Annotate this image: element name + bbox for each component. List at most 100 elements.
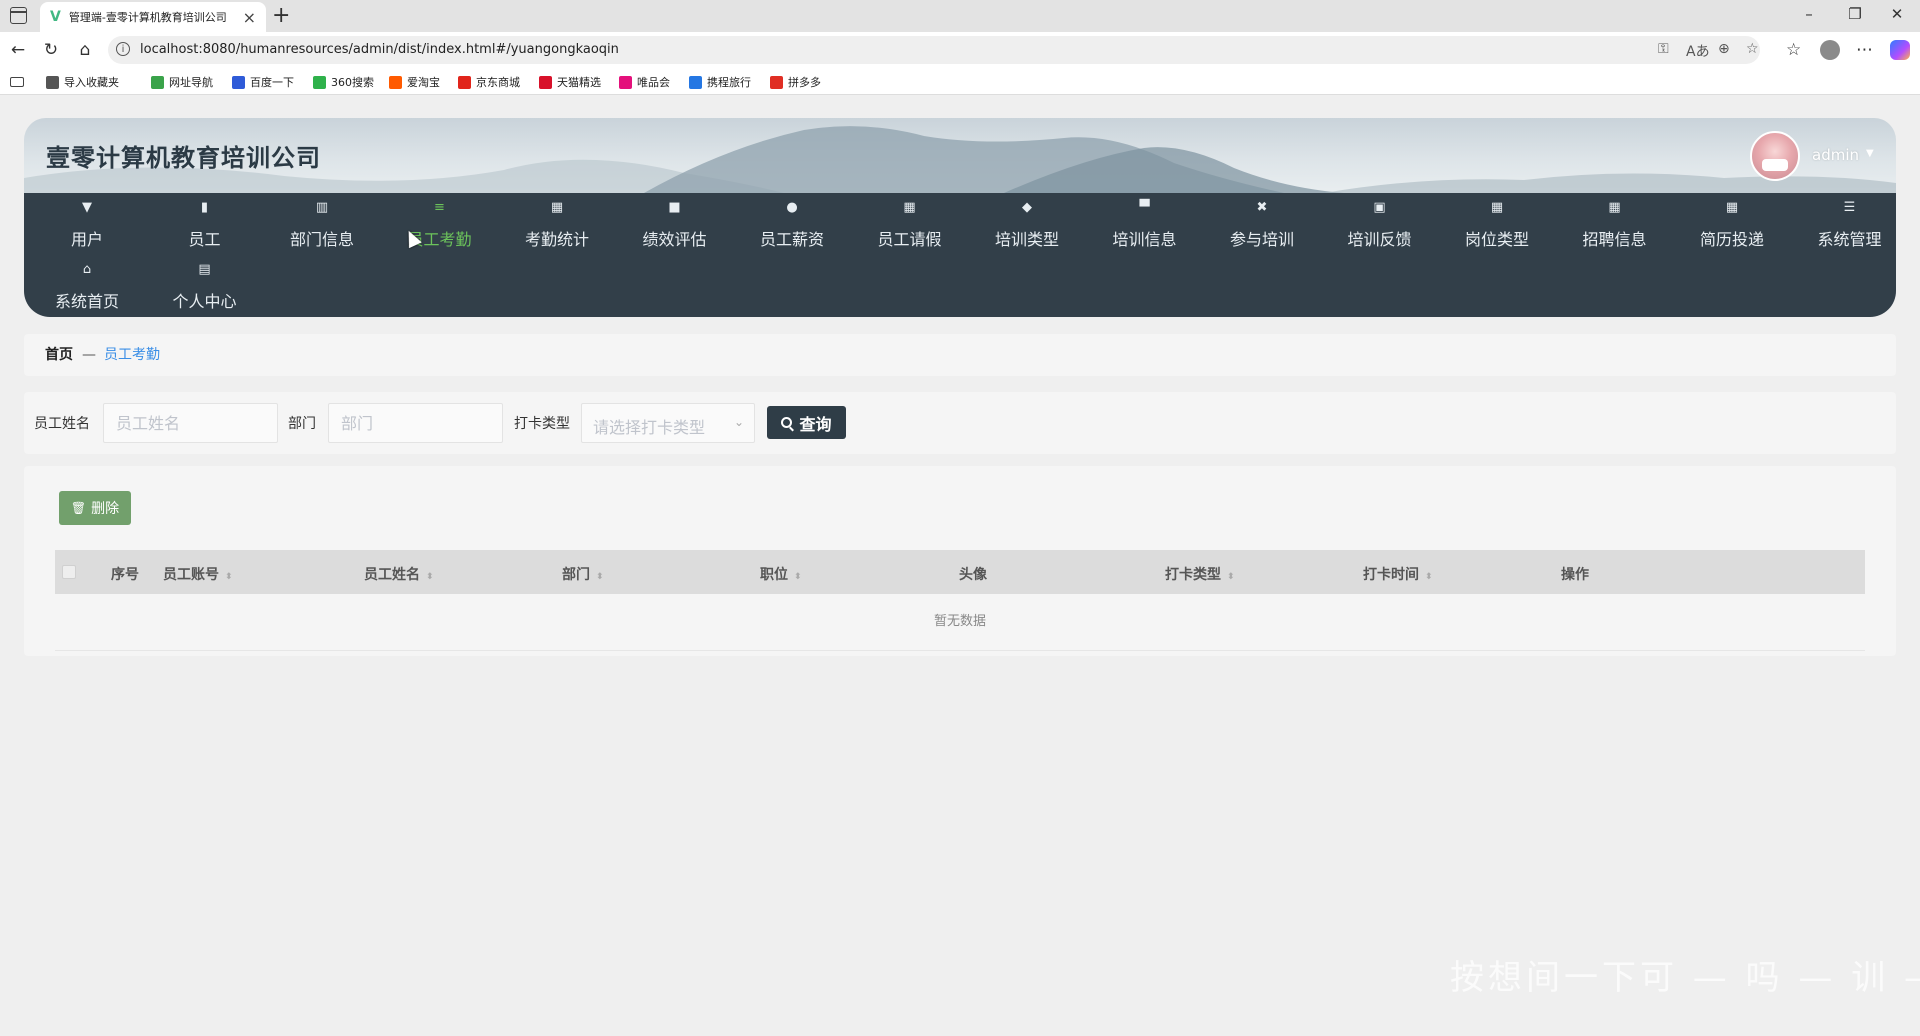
nav-icon: ⌂ [82,262,92,277]
table-panel: 🗑 删除 序号 员工账号 ⬍ 员工姓名 ⬍ 部门 ⬍ 职位 ⬍ 头像 打卡类型 ⬍ 打卡时… [24,466,1896,656]
close-window-icon[interactable]: ✕ [1874,5,1920,23]
nav-label: 简历投递 [1699,230,1764,249]
nav-item[interactable]: ▦ 考勤统计 [507,199,607,250]
bookmark-item[interactable]: 唯品会 [619,74,670,90]
tab-actions-icon[interactable] [10,7,27,24]
bookmark-label: 导入收藏夹 [64,76,119,89]
nav-item[interactable]: ▦ 岗位类型 [1447,199,1547,250]
delete-button[interactable]: 🗑 删除 [59,491,131,525]
nav-item[interactable]: ≡ 员工考勤 [390,199,490,250]
chevron-down-icon[interactable]: ▼ [1866,148,1874,159]
nav-item[interactable]: ▥ 部门信息 [272,199,372,250]
bookmark-item[interactable]: 导入收藏夹 [46,74,119,90]
url-box[interactable]: i localhost:8080/humanresources/admin/di… [108,36,1760,64]
favorites-icon[interactable]: ☆ [1786,40,1801,60]
nav-item[interactable]: ▮ 员工 [155,199,255,250]
new-tab-icon[interactable]: + [272,3,290,28]
nav-label: 绩效评估 [642,230,707,249]
nav-icon: ◆ [1022,200,1032,215]
bookmark-item[interactable]: 京东商城 [458,74,520,90]
copilot-icon[interactable] [1890,40,1910,60]
search-panel: 员工姓名 部门 打卡类型 请选择打卡类型 ⌄ 查询 [24,392,1896,454]
breadcrumb-home[interactable]: 首页 [45,334,73,376]
sort-icon: ⬍ [1227,572,1235,582]
reload-icon[interactable]: ↻ [40,40,62,60]
sort-icon: ⬍ [225,572,233,582]
employee-name-input[interactable] [103,403,278,443]
favorite-star-icon[interactable]: ☆ [1746,41,1759,57]
nav-icon: ▦ [1490,200,1504,215]
nav-item[interactable]: ▣ 培训反馈 [1330,199,1430,250]
sort-icon: ⬍ [596,572,604,582]
breadcrumb-current: 员工考勤 [104,347,160,363]
nav-icon: ● [786,200,798,215]
nav-item[interactable]: ⌂ 系统首页 [37,261,137,312]
bookmark-item[interactable]: 携程旅行 [689,74,751,90]
password-key-icon[interactable]: ⚿ [1658,41,1669,57]
browser-tab-bar: V 管理端-壹零计算机教育培训公司 × + – ❐ ✕ [0,0,1920,32]
site-info-icon[interactable]: i [116,42,130,56]
column-header-position[interactable]: 职位 ⬍ [760,564,802,584]
browser-tab[interactable]: V 管理端-壹零计算机教育培训公司 × [40,2,266,32]
column-header-punch-time[interactable]: 打卡时间 ⬍ [1363,564,1433,584]
column-header-actions: 操作 [1561,567,1589,583]
minimize-icon[interactable]: – [1786,5,1832,23]
department-input[interactable] [328,403,503,443]
url-text[interactable]: localhost:8080/humanresources/admin/dist… [140,42,619,57]
nav-label: 员工薪资 [759,230,824,249]
bookmark-label: 唯品会 [637,76,670,89]
home-icon[interactable]: ⌂ [74,40,96,60]
tab-title: 管理端-壹零计算机教育培训公司 [68,11,227,24]
nav-item[interactable]: ✖ 参与培训 [1212,199,1312,250]
trash-icon: 🗑 [70,501,87,515]
nav-leaf-icon [151,75,164,89]
nav-item[interactable]: ▀ 培训信息 [1095,199,1195,250]
nav-item[interactable]: ● 员工薪资 [742,199,842,250]
nav-item[interactable]: ▦ 招聘信息 [1565,199,1665,250]
user-avatar[interactable] [1750,131,1800,181]
read-aloud-icon[interactable]: Aあ [1686,41,1710,61]
column-header-account[interactable]: 员工账号 ⬍ [163,564,233,584]
nav-item[interactable]: ▦ 简历投递 [1682,199,1782,250]
nav-label: 培训信息 [1112,230,1177,249]
column-header-name[interactable]: 员工姓名 ⬍ [364,564,434,584]
nav-item[interactable]: ▤ 个人中心 [155,261,255,312]
user-name[interactable]: admin [1812,146,1859,164]
nav-icon: ▤ [198,262,211,277]
bookmark-item[interactable]: 拼多多 [770,74,821,90]
nav-icon: ▦ [903,200,916,215]
bookmark-item[interactable]: 网址导航 [151,74,213,90]
bookmarks-bar: 导入收藏夹 网址导航 百度一下 360搜索 爱淘宝 京东商城 天猫精选 唯品会 携程旅行 拼多多 [0,69,1920,95]
bookmark-item[interactable]: 360搜索 [313,74,374,90]
main-nav: ▼ 用户 ▮ 员工 ▥ 部门信息 ≡ 员工考勤 ▦ 考勤统计 ■ 绩效评估 ● 员工薪资 ▦ 员工请假 ◆ 培训类… [24,193,1896,317]
chevron-down-icon: ⌄ [733,415,744,429]
nav-item[interactable]: ◆ 培训类型 [977,199,1077,250]
bookmark-item[interactable]: 百度一下 [232,74,294,90]
nav-item[interactable]: ▼ 用户 [37,199,137,250]
nav-label: 参与培训 [1229,230,1294,249]
column-header-avatar: 头像 [959,567,987,583]
bookmark-item[interactable]: 爱淘宝 [389,74,440,90]
sort-icon: ⬍ [1425,572,1433,582]
profile-icon[interactable] [1820,40,1840,60]
close-tab-icon[interactable]: × [243,8,256,27]
nav-label: 考勤统计 [524,230,589,249]
more-icon[interactable]: ⋯ [1856,40,1873,60]
nav-icon: ▼ [82,200,92,215]
bookmark-label: 天猫精选 [557,76,601,89]
nav-label: 培训反馈 [1347,230,1412,249]
restore-icon[interactable]: ❐ [1832,5,1878,23]
nav-item[interactable]: ▦ 员工请假 [860,199,960,250]
bookmark-item[interactable]: 天猫精选 [539,74,601,90]
query-button[interactable]: 查询 [767,406,846,439]
taobao-icon [389,75,402,89]
apps-icon[interactable] [10,77,24,87]
nav-item[interactable]: ☰ 系统管理 [1800,199,1900,250]
column-header-punch-type[interactable]: 打卡类型 ⬍ [1165,564,1235,584]
back-icon[interactable]: ← [7,40,29,60]
nav-item[interactable]: ■ 绩效评估 [625,199,725,250]
column-header-department[interactable]: 部门 ⬍ [562,564,604,584]
zoom-icon[interactable]: ⊕ [1718,41,1730,57]
punch-type-select[interactable]: 请选择打卡类型 ⌄ [581,403,755,443]
select-all-checkbox[interactable] [62,565,76,579]
